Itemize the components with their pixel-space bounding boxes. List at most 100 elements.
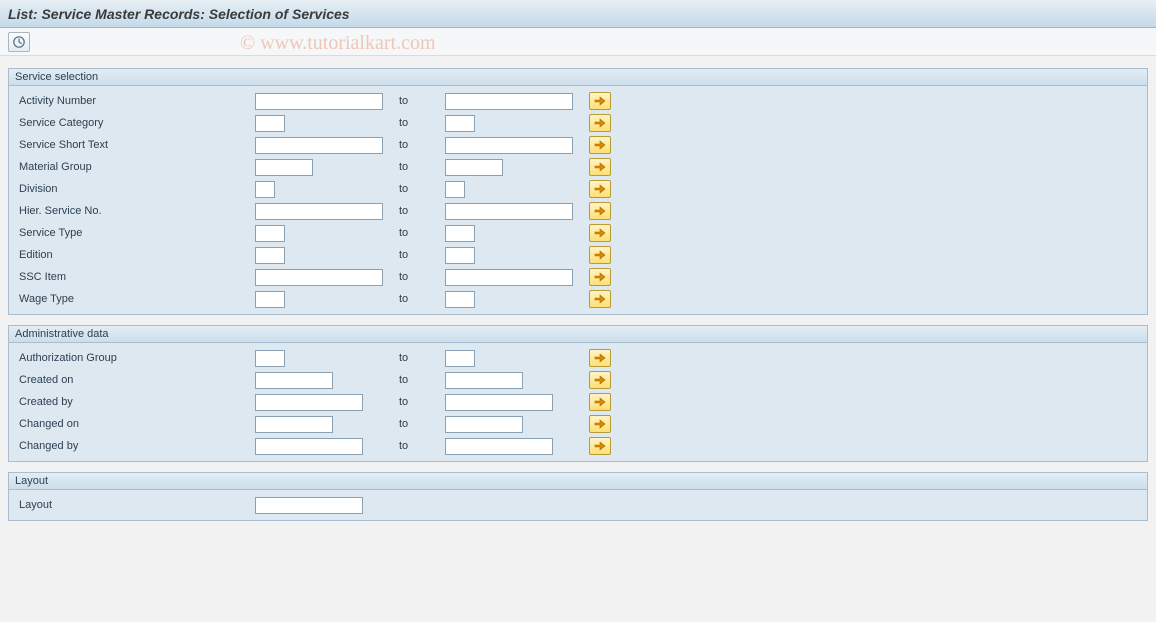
to-input[interactable] xyxy=(445,247,475,264)
from-input[interactable] xyxy=(255,181,275,198)
field-label: Edition xyxy=(15,249,255,261)
multiple-selection-button[interactable] xyxy=(589,371,611,389)
group-header: Service selection xyxy=(9,69,1147,86)
multiple-selection-button[interactable] xyxy=(589,349,611,367)
from-input[interactable] xyxy=(255,203,383,220)
selection-row: Activity Number to xyxy=(15,90,1141,112)
selection-row: Layout xyxy=(15,494,1141,516)
to-input[interactable] xyxy=(445,225,475,242)
multiple-selection-button[interactable] xyxy=(589,180,611,198)
to-label: to xyxy=(395,440,445,452)
to-label: to xyxy=(395,227,445,239)
field-label: Layout xyxy=(15,499,255,511)
field-label: Service Short Text xyxy=(15,139,255,151)
to-input[interactable] xyxy=(445,269,573,286)
to-label: to xyxy=(395,396,445,408)
to-label: to xyxy=(395,205,445,217)
multiple-selection-button[interactable] xyxy=(589,136,611,154)
field-label: Hier. Service No. xyxy=(15,205,255,217)
to-label: to xyxy=(395,271,445,283)
app-toolbar xyxy=(0,28,1156,56)
execute-button[interactable] xyxy=(8,32,30,52)
to-input[interactable] xyxy=(445,93,573,110)
field-label: Authorization Group xyxy=(15,352,255,364)
from-input[interactable] xyxy=(255,225,285,242)
field-label: Changed by xyxy=(15,440,255,452)
field-label: Service Type xyxy=(15,227,255,239)
arrow-right-icon xyxy=(594,206,606,216)
arrow-right-icon xyxy=(594,375,606,385)
multiple-selection-button[interactable] xyxy=(589,114,611,132)
arrow-right-icon xyxy=(594,250,606,260)
field-label: Activity Number xyxy=(15,95,255,107)
field-label: Division xyxy=(15,183,255,195)
selection-row: Divisionto xyxy=(15,178,1141,200)
arrow-right-icon xyxy=(594,228,606,238)
to-label: to xyxy=(395,352,445,364)
arrow-right-icon xyxy=(594,118,606,128)
multiple-selection-button[interactable] xyxy=(589,415,611,433)
to-input[interactable] xyxy=(445,291,475,308)
group-header: Layout xyxy=(9,473,1147,490)
field-label: Created on xyxy=(15,374,255,386)
from-input[interactable] xyxy=(255,291,285,308)
from-input[interactable] xyxy=(255,137,383,154)
selection-row: Service Short Text to xyxy=(15,134,1141,156)
from-input[interactable] xyxy=(255,247,285,264)
arrow-right-icon xyxy=(594,294,606,304)
from-input[interactable] xyxy=(255,497,363,514)
group-header: Administrative data xyxy=(9,326,1147,343)
from-input[interactable] xyxy=(255,394,363,411)
multiple-selection-button[interactable] xyxy=(589,393,611,411)
field-label: Material Group xyxy=(15,161,255,173)
to-input[interactable] xyxy=(445,394,553,411)
from-input[interactable] xyxy=(255,269,383,286)
from-input[interactable] xyxy=(255,438,363,455)
group-service-selection: Service selection Activity NumbertoServi… xyxy=(8,68,1148,315)
to-input[interactable] xyxy=(445,416,523,433)
multiple-selection-button[interactable] xyxy=(589,246,611,264)
multiple-selection-button[interactable] xyxy=(589,202,611,220)
from-input[interactable] xyxy=(255,416,333,433)
arrow-right-icon xyxy=(594,272,606,282)
field-label: Changed on xyxy=(15,418,255,430)
from-input[interactable] xyxy=(255,159,313,176)
to-label: to xyxy=(395,95,445,107)
from-input[interactable] xyxy=(255,115,285,132)
to-input[interactable] xyxy=(445,372,523,389)
multiple-selection-button[interactable] xyxy=(589,92,611,110)
from-input[interactable] xyxy=(255,350,285,367)
selection-row: Created onto xyxy=(15,369,1141,391)
to-label: to xyxy=(395,139,445,151)
selection-row: Created by to xyxy=(15,391,1141,413)
multiple-selection-button[interactable] xyxy=(589,290,611,308)
from-input[interactable] xyxy=(255,372,333,389)
clock-icon xyxy=(12,35,26,49)
selection-row: Hier. Service No. to xyxy=(15,200,1141,222)
to-input[interactable] xyxy=(445,438,553,455)
field-label: Wage Type xyxy=(15,293,255,305)
to-input[interactable] xyxy=(445,203,573,220)
to-input[interactable] xyxy=(445,115,475,132)
arrow-right-icon xyxy=(594,397,606,407)
to-input[interactable] xyxy=(445,181,465,198)
selection-row: SSC Item to xyxy=(15,266,1141,288)
selection-row: Changed by to xyxy=(15,435,1141,457)
selection-screen: Service selection Activity NumbertoServi… xyxy=(0,56,1156,539)
to-input[interactable] xyxy=(445,159,503,176)
multiple-selection-button[interactable] xyxy=(589,437,611,455)
arrow-right-icon xyxy=(594,184,606,194)
arrow-right-icon xyxy=(594,441,606,451)
to-input[interactable] xyxy=(445,137,573,154)
to-input[interactable] xyxy=(445,350,475,367)
field-label: Created by xyxy=(15,396,255,408)
window-title-bar: List: Service Master Records: Selection … xyxy=(0,0,1156,28)
arrow-right-icon xyxy=(594,140,606,150)
from-input[interactable] xyxy=(255,93,383,110)
field-label: SSC Item xyxy=(15,271,255,283)
multiple-selection-button[interactable] xyxy=(589,268,611,286)
multiple-selection-button[interactable] xyxy=(589,158,611,176)
multiple-selection-button[interactable] xyxy=(589,224,611,242)
arrow-right-icon xyxy=(594,353,606,363)
selection-row: Editionto xyxy=(15,244,1141,266)
